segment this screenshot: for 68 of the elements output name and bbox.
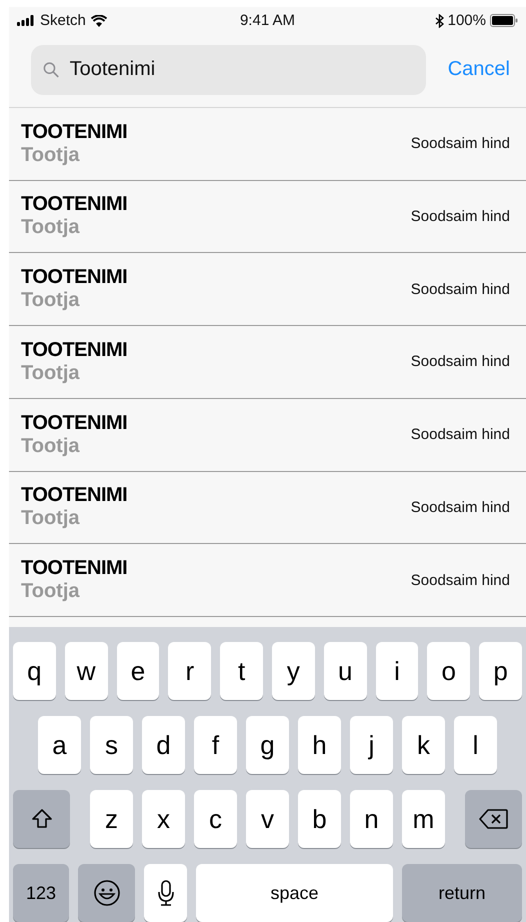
keyboard-key[interactable]: o bbox=[427, 642, 470, 700]
product-name: TOOTENIMI bbox=[21, 120, 128, 144]
keyboard-key[interactable]: m bbox=[402, 790, 445, 848]
product-name: TOOTENIMI bbox=[21, 412, 128, 435]
battery-icon bbox=[490, 14, 518, 28]
numbers-key[interactable]: 123 bbox=[13, 864, 69, 922]
price-label: Soodsaim hind bbox=[410, 572, 510, 589]
manufacturer-name: Tootja bbox=[21, 289, 81, 312]
price-label: Soodsaim hind bbox=[410, 135, 510, 152]
keyboard-key[interactable]: w bbox=[64, 642, 108, 700]
keyboard-key[interactable]: b bbox=[298, 790, 341, 848]
manufacturer-name: Tootja bbox=[21, 434, 81, 458]
keyboard-key[interactable]: x bbox=[142, 790, 185, 848]
signal-icon bbox=[17, 15, 35, 26]
product-name: TOOTENIMI bbox=[21, 266, 128, 290]
battery-percentage: 100% bbox=[448, 12, 486, 30]
space-key[interactable]: space bbox=[196, 864, 393, 922]
search-field[interactable]: Tootenimi bbox=[31, 44, 426, 95]
smiley-icon bbox=[92, 879, 120, 908]
product-name: TOOTENIMI bbox=[21, 557, 128, 580]
product-name: TOOTENIMI bbox=[21, 484, 128, 508]
emoji-key[interactable] bbox=[78, 864, 135, 922]
keyboard-key[interactable]: d bbox=[142, 716, 185, 774]
keyboard-key[interactable]: i bbox=[376, 642, 418, 700]
shift-icon bbox=[30, 808, 52, 830]
search-input[interactable]: Tootenimi bbox=[68, 57, 414, 82]
keyboard-key[interactable]: c bbox=[194, 790, 237, 848]
clock-time: 9:41 AM bbox=[240, 12, 296, 30]
keyboard-key[interactable]: n bbox=[350, 790, 393, 848]
keyboard-key[interactable]: e bbox=[116, 642, 160, 700]
manufacturer-name: Tootja bbox=[21, 362, 81, 385]
keyboard-key[interactable]: h bbox=[298, 716, 341, 774]
keyboard-key[interactable]: f bbox=[194, 716, 237, 774]
keyboard-key[interactable]: v bbox=[246, 790, 289, 848]
price-label: Soodsaim hind bbox=[410, 353, 510, 370]
keyboard-key[interactable]: s bbox=[90, 716, 133, 774]
wifi-icon bbox=[90, 14, 107, 27]
product-name: TOOTENIMI bbox=[21, 193, 128, 216]
keyboard-key[interactable]: p bbox=[479, 642, 522, 700]
price-label: Soodsaim hind bbox=[410, 280, 510, 298]
carrier-name: Sketch bbox=[40, 12, 86, 30]
manufacturer-name: Tootja bbox=[21, 580, 81, 604]
shift-key[interactable] bbox=[13, 790, 70, 848]
keyboard-key[interactable]: k bbox=[402, 716, 445, 774]
manufacturer-name: Tootja bbox=[21, 216, 81, 240]
backspace-icon bbox=[478, 808, 508, 830]
delete-key[interactable] bbox=[465, 790, 522, 848]
keyboard-key[interactable]: z bbox=[90, 790, 133, 848]
keyboard-key[interactable]: l bbox=[454, 716, 497, 774]
keyboard-key[interactable]: j bbox=[350, 716, 393, 774]
return-key[interactable]: return bbox=[402, 864, 522, 922]
keyboard-key[interactable]: t bbox=[220, 642, 263, 700]
price-label: Soodsaim hind bbox=[410, 208, 510, 225]
keyboard-key[interactable]: q bbox=[13, 642, 56, 700]
keyboard-key[interactable]: g bbox=[246, 716, 289, 774]
bluetooth-icon bbox=[434, 14, 444, 28]
keyboard-key[interactable]: r bbox=[168, 642, 212, 700]
keyboard-key[interactable]: y bbox=[272, 642, 315, 700]
price-label: Soodsaim hind bbox=[410, 426, 510, 444]
search-icon bbox=[43, 60, 60, 79]
dictation-key[interactable] bbox=[144, 864, 187, 922]
product-name: TOOTENIMI bbox=[21, 338, 128, 362]
manufacturer-name: Tootja bbox=[21, 144, 81, 167]
price-label: Soodsaim hind bbox=[410, 498, 510, 516]
manufacturer-name: Tootja bbox=[21, 507, 81, 530]
keyboard-key[interactable]: u bbox=[324, 642, 367, 700]
keyboard-key[interactable]: a bbox=[38, 716, 81, 774]
microphone-icon bbox=[156, 879, 174, 908]
